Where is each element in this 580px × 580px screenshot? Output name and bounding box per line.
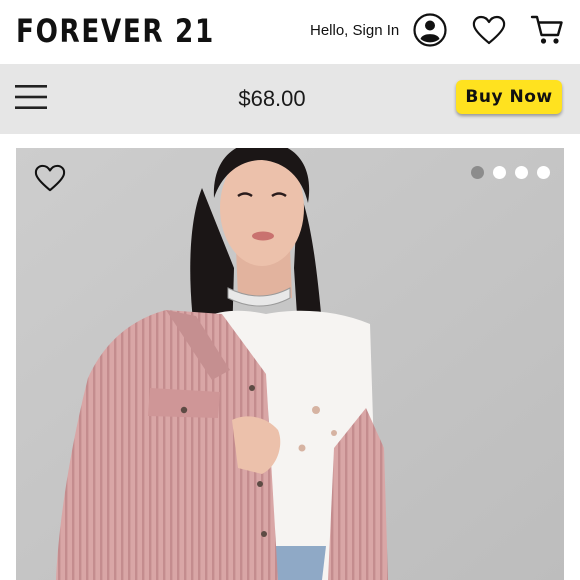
- heart-icon[interactable]: [470, 12, 508, 48]
- product-price: $68.00: [238, 86, 306, 111]
- sign-in-link[interactable]: Hello, Sign In: [310, 20, 399, 42]
- buy-now-button[interactable]: Buy Now: [456, 80, 562, 114]
- carousel-pagination: [471, 166, 550, 179]
- hamburger-menu-icon[interactable]: [14, 80, 48, 114]
- carousel-dot[interactable]: [493, 166, 506, 179]
- shopping-cart-icon[interactable]: [528, 12, 566, 48]
- user-circle-icon[interactable]: [412, 12, 448, 48]
- brand-logo[interactable]: FOREVER 21: [16, 10, 215, 52]
- site-header: FOREVER 21 Hello, Sign In: [0, 0, 580, 64]
- carousel-dot[interactable]: [471, 166, 484, 179]
- product-photo: [16, 148, 564, 580]
- product-image-gallery[interactable]: [16, 148, 564, 580]
- carousel-dot[interactable]: [515, 166, 528, 179]
- product-page: FOREVER 21 Hello, Sign In $68.00 Buy Now: [0, 0, 580, 580]
- product-action-bar: $68.00 Buy Now: [0, 64, 580, 134]
- heart-outline-icon[interactable]: [32, 160, 68, 196]
- carousel-dot[interactable]: [537, 166, 550, 179]
